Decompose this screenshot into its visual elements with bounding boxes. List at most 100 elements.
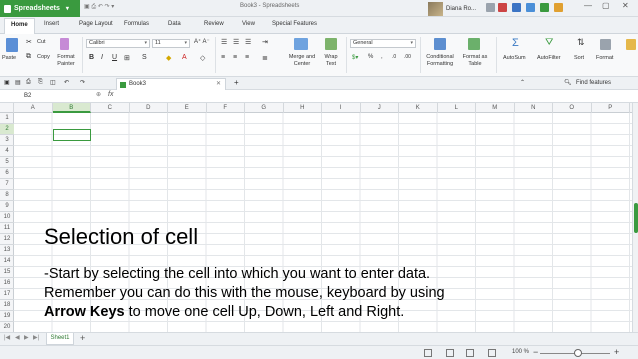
column-header-e[interactable]: E (168, 103, 207, 113)
row-header-1[interactable]: 1 (0, 113, 14, 124)
row-header-4[interactable]: 4 (0, 146, 14, 157)
tab-formulas[interactable]: Formulas (124, 21, 149, 27)
row-header-5[interactable]: 5 (0, 157, 14, 168)
paste-button[interactable]: Paste (2, 55, 16, 62)
row-header-8[interactable]: 8 (0, 190, 14, 201)
zoom-formula-icon[interactable]: ⊕ (96, 91, 101, 98)
column-header-o[interactable]: O (553, 103, 592, 113)
grow-font-icon[interactable]: A⁺ A⁻ (194, 38, 210, 45)
selected-cell[interactable] (53, 129, 91, 141)
page-break-view-icon[interactable] (446, 349, 454, 357)
borders-icon[interactable]: ⊞ (124, 54, 130, 62)
autofilter-icon[interactable]: ⛛ (545, 37, 553, 48)
row-header-15[interactable]: 15 (0, 267, 14, 278)
sync-icon[interactable] (540, 3, 549, 12)
comma-icon[interactable]: , (381, 54, 383, 60)
print-icon[interactable]: ⎘ (38, 79, 43, 86)
row-header-12[interactable]: 12 (0, 234, 14, 245)
next-sheet-icon[interactable]: ▶ (24, 334, 29, 341)
row-header-19[interactable]: 19 (0, 311, 14, 322)
sort-button[interactable]: Sort (574, 55, 584, 62)
row-header-14[interactable]: 14 (0, 256, 14, 267)
align-top-icon[interactable]: ☰ (221, 38, 227, 46)
cloud-icon[interactable] (526, 3, 535, 12)
column-header-f[interactable]: F (207, 103, 245, 113)
justify-icon[interactable]: ≣ (262, 54, 268, 62)
row-header-17[interactable]: 17 (0, 289, 14, 300)
format-painter-icon[interactable] (60, 38, 69, 50)
mail-icon[interactable] (498, 3, 507, 12)
row-header-6[interactable]: 6 (0, 168, 14, 179)
format-as-table-icon[interactable] (468, 38, 480, 50)
align-middle-icon[interactable]: ☰ (233, 38, 239, 46)
row-header-7[interactable]: 7 (0, 179, 14, 190)
add-sheet-button[interactable]: + (80, 333, 85, 343)
column-header-d[interactable]: D (130, 103, 168, 113)
font-size-select[interactable]: 11 ▾ (152, 39, 190, 48)
bold-icon[interactable]: B (89, 54, 94, 61)
open-icon[interactable]: ▤ (15, 79, 21, 86)
zoom-in-icon[interactable]: + (614, 347, 619, 357)
zoom-slider-handle[interactable] (574, 349, 582, 357)
collapse-ribbon-icon[interactable]: ⌃ (520, 79, 525, 86)
wrap-text-icon[interactable] (325, 38, 337, 50)
number-format-select[interactable]: General ▾ (350, 39, 416, 48)
row-header-11[interactable]: 11 (0, 223, 14, 234)
tab-home[interactable]: Home (4, 18, 35, 34)
decrease-decimal-icon[interactable]: .00 (404, 54, 411, 60)
cut-button[interactable]: Cut (37, 39, 46, 46)
copy-icon[interactable]: ⧉ (26, 53, 31, 61)
underline-icon[interactable]: U (112, 54, 117, 61)
tab-data[interactable]: Data (168, 21, 181, 27)
indent-icon[interactable]: ⇥ (262, 38, 268, 46)
conditional-formatting-icon[interactable] (434, 38, 446, 50)
cell-icon[interactable] (626, 39, 636, 50)
row-header-3[interactable]: 3 (0, 135, 14, 146)
tab-review[interactable]: Review (204, 21, 224, 27)
column-header-j[interactable]: J (361, 103, 399, 113)
column-header-i[interactable]: I (322, 103, 361, 113)
row-header-18[interactable]: 18 (0, 300, 14, 311)
format-painter-button[interactable]: Format Painter (54, 54, 78, 68)
vertical-scrollbar[interactable] (632, 103, 638, 332)
undo-icon[interactable]: ↶ (64, 79, 69, 86)
scrollbar-thumb[interactable] (634, 203, 638, 233)
font-name-select[interactable]: Calibri ▾ (86, 39, 150, 48)
share-icon[interactable] (512, 3, 521, 12)
redo-icon[interactable]: ↷ (80, 79, 85, 86)
column-header-c[interactable]: C (91, 103, 130, 113)
quick-access-toolbar[interactable]: ▣ ⎙ ↶ ↷ ▾ (84, 3, 114, 11)
increase-decimal-icon[interactable]: .0 (392, 54, 396, 60)
column-header-p[interactable]: P (592, 103, 630, 113)
fill-color-icon[interactable]: ◆ (166, 54, 171, 62)
tab-view[interactable]: View (242, 21, 255, 27)
select-all-corner[interactable] (0, 103, 14, 113)
column-header-n[interactable]: N (515, 103, 553, 113)
conditional-formatting-button[interactable]: Conditional Formatting (422, 54, 458, 68)
paste-icon[interactable] (6, 38, 18, 52)
cut-icon[interactable]: ✂ (26, 38, 32, 46)
align-bottom-icon[interactable]: ☰ (245, 38, 251, 46)
column-header-b[interactable]: B (52, 103, 91, 113)
app-menu-button[interactable]: Spreadsheets ▾ (0, 0, 80, 17)
clear-format-icon[interactable]: ◇ (200, 54, 205, 62)
align-right-icon[interactable]: ≡ (245, 54, 249, 61)
row-header-13[interactable]: 13 (0, 245, 14, 256)
percent-icon[interactable]: % (368, 54, 373, 60)
new-tab-icon[interactable]: + (234, 78, 239, 87)
column-header-m[interactable]: M (476, 103, 515, 113)
merge-center-icon[interactable] (294, 38, 308, 50)
normal-view-icon[interactable] (424, 349, 432, 357)
skin-icon[interactable] (486, 3, 495, 12)
tab-page-layout[interactable]: Page Layout (79, 21, 113, 27)
copy-button[interactable]: Copy (37, 54, 50, 61)
tab-special-features[interactable]: Special Features (272, 21, 317, 27)
currency-icon[interactable]: $▾ (352, 54, 358, 61)
column-header-g[interactable]: G (245, 103, 284, 113)
autosum-icon[interactable]: Σ (512, 37, 519, 49)
merge-center-button[interactable]: Merge and Center (285, 54, 319, 68)
tab-insert[interactable]: Insert (44, 21, 59, 27)
autosum-button[interactable]: AutoSum (503, 55, 526, 62)
row-header-10[interactable]: 10 (0, 212, 14, 223)
first-sheet-icon[interactable]: |◀ (4, 334, 10, 341)
